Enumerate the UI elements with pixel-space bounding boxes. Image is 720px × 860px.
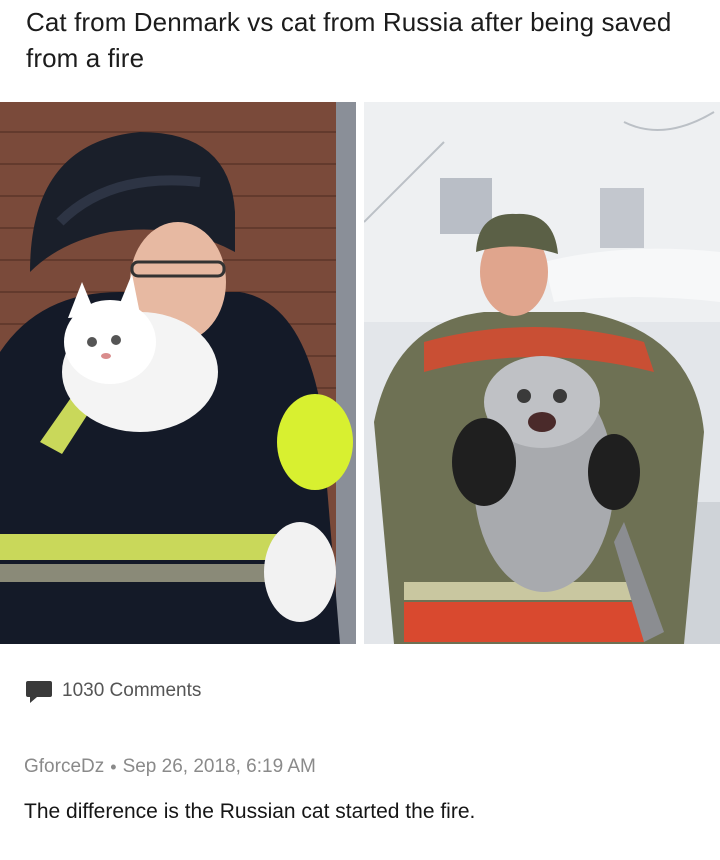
meta-separator: • (110, 756, 117, 777)
reply-timestamp: Sep 26, 2018, 6:19 AM (122, 756, 316, 777)
russia-photo-image (364, 102, 720, 644)
photo-denmark (0, 102, 356, 644)
reply-username[interactable]: GforceDz (24, 756, 104, 778)
reply-text: The difference is the Russian cat starte… (24, 800, 476, 823)
photo-russia (364, 102, 720, 644)
comments-link[interactable]: 1030 Comments (24, 676, 201, 706)
speech-bubble-icon (26, 681, 52, 703)
comment-count: 1030 Comments (62, 680, 202, 701)
post-title: Cat from Denmark vs cat from Russia afte… (26, 7, 672, 73)
reply-meta: GforceDz • Sep 26, 2018, 6:19 AM (24, 756, 316, 778)
photo-collage (0, 102, 720, 646)
denmark-photo-image (0, 102, 356, 644)
